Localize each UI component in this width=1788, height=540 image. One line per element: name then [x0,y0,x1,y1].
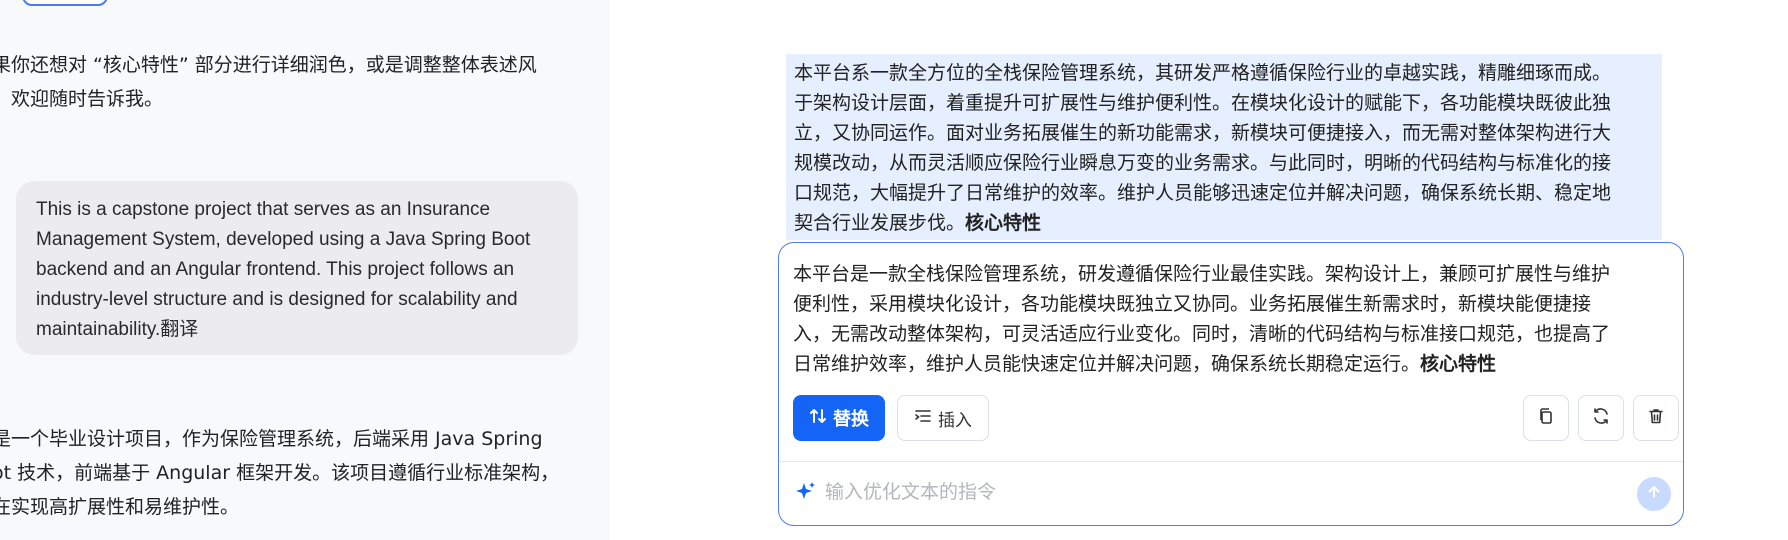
source-line: 本平台系一款全方位的全栈保险管理系统，其研发严格遵循保险行业的卓越实践，精雕细琢… [794,62,1612,84]
insert-list-icon [914,407,932,430]
refresh-icon [1591,406,1611,430]
message-line: Management System, developed using a Jav… [36,229,531,250]
replace-label: 替换 [833,409,869,430]
rewrite-line: 本平台是一款全栈保险管理系统，研发遵循保险行业最佳实践。架构设计上，兼顾可扩展性… [793,263,1611,285]
source-line: 规模改动，从而灵活顺应保险行业瞬息万变的业务需求。与此同时，明晰的代码结构与标准… [794,152,1612,174]
insert-label: 插入 [938,410,972,431]
source-line: 口规范，大幅提升了日常维护的效率。维护人员能够迅速定位并解决问题，确保系统长期、… [794,182,1612,204]
message-line: 在实现高扩展性和易维护性。 [0,496,240,518]
message-line: maintainability.翻译 [36,319,199,340]
sparkle-icon [793,479,819,505]
rewrite-line: 日常维护效率，维护人员能快速定位并解决问题，确保系统长期稳定运行。核心特性 [793,349,1669,379]
arrow-up-icon [1646,484,1662,504]
assistant-message-1: 果你还想对 “核心特性” 部分进行详细润色，或是调整整体表述风 ，欢迎随时告诉我… [0,48,592,116]
delete-button[interactable] [1633,395,1679,441]
source-line: 于架构设计层面，着重提升可扩展性与维护便利性。在模块化设计的赋能下，各功能模块既… [794,92,1612,114]
rewrite-line: 入，无需改动整体架构，可灵活适应行业变化。同时，清晰的代码结构与标准接口规范，也… [793,323,1611,345]
regenerate-button[interactable] [1578,395,1624,441]
rewrite-line: 便利性，采用模块化设计，各功能模块既独立又协同。业务拓展催生新需求时，新模块能便… [793,293,1592,315]
swap-vertical-icon [809,407,827,430]
message-line: backend and an Angular frontend. This pr… [36,259,515,280]
message-line: ，欢迎随时告诉我。 [0,88,164,110]
divider [779,461,1683,462]
chat-history: 果你还想对 “核心特性” 部分进行详细润色，或是调整整体表述风 ，欢迎随时告诉我… [0,0,610,540]
message-line: 果你还想对 “核心特性” 部分进行详细润色，或是调整整体表述风 [0,54,537,76]
insert-button[interactable]: 插入 [897,395,989,441]
trash-icon [1647,407,1665,429]
core-features-heading: 核心特性 [1420,353,1497,375]
source-line: 契合行业发展步伐。核心特性 [794,208,1654,238]
selected-source-text[interactable]: 本平台系一款全方位的全栈保险管理系统，其研发严格遵循保险行业的卓越实践，精雕细琢… [786,54,1662,240]
copy-button[interactable] [1523,395,1569,441]
message-line: ot 技术，前端基于 Angular 框架开发。该项目遵循行业标准架构， [0,462,560,484]
core-features-heading: 核心特性 [965,212,1042,234]
user-message-bubble: This is a capstone project that serves a… [16,181,578,355]
send-button[interactable] [1637,477,1671,511]
rewrite-line-text: 日常维护效率，维护人员能快速定位并解决问题，确保系统长期稳定运行。 [793,353,1421,375]
message-line: This is a capstone project that serves a… [36,199,491,220]
rewritten-text: 本平台是一款全栈保险管理系统，研发遵循保险行业最佳实践。架构设计上，兼顾可扩展性… [793,259,1669,379]
ai-rewrite-card: 本平台是一款全栈保险管理系统，研发遵循保险行业最佳实践。架构设计上，兼顾可扩展性… [778,242,1684,526]
message-line: industry-level structure and is designed… [36,289,518,310]
top-button[interactable] [22,0,108,6]
copy-icon [1537,407,1555,429]
replace-button[interactable]: 替换 [793,395,885,441]
source-line-text: 契合行业发展步伐。 [794,212,966,234]
message-line: 是一个毕业设计项目，作为保险管理系统，后端采用 Java Spring [0,428,543,450]
source-line: 立，又协同运作。面对业务拓展催生的新功能需求，新模块可便捷接入，而无需对整体架构… [794,122,1612,144]
instruction-input[interactable] [825,473,1585,511]
assistant-message-2: 是一个毕业设计项目，作为保险管理系统，后端采用 Java Spring ot 技… [0,422,592,524]
